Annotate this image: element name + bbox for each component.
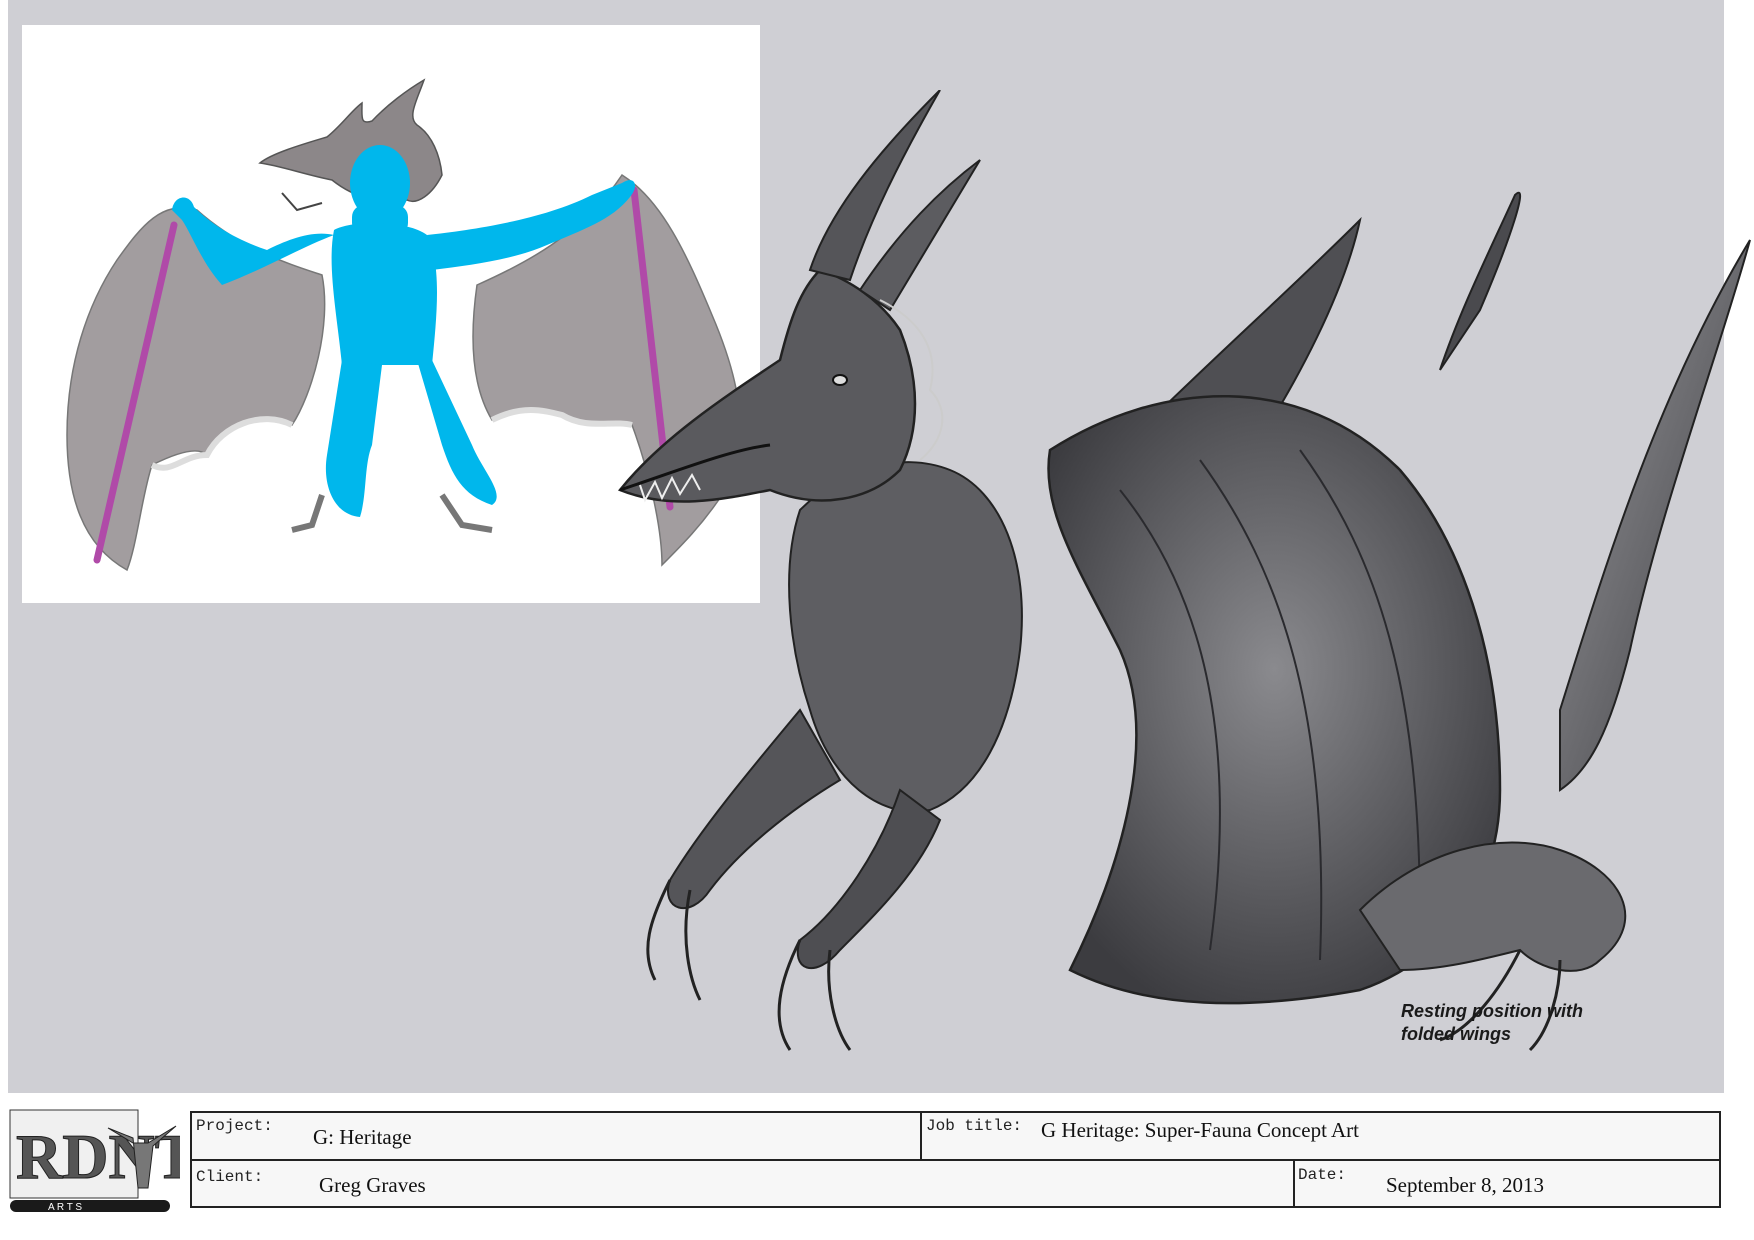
dragon-head — [617, 268, 917, 503]
front-leg-left — [667, 708, 842, 910]
tail — [1559, 239, 1751, 792]
caption-line-2: folded wings — [1401, 1024, 1511, 1044]
date-value: September 8, 2013 — [1386, 1173, 1545, 1197]
caption-line-1: Resting position with — [1401, 1001, 1583, 1021]
project-value: G: Heritage — [313, 1125, 412, 1149]
rdnt-arts-logo: RDNT A R T S — [9, 1109, 198, 1213]
job-title-value: G Heritage: Super-Fauna Concept Art — [1041, 1118, 1359, 1142]
dragon-illustration — [600, 90, 1754, 1100]
title-block-divider — [192, 1159, 1719, 1161]
dragon-sketch — [617, 90, 1751, 1052]
logo-subtext: A R T S — [48, 1202, 82, 1213]
client-value: Greg Graves — [319, 1173, 426, 1197]
front-leg-right — [796, 788, 942, 970]
studio-logo: RDNT A R T S — [8, 1108, 198, 1214]
date-label: Date: — [1298, 1166, 1347, 1184]
job-title-label: Job title: — [926, 1117, 1023, 1135]
title-block: Project: G: Heritage Job title: G Herita… — [190, 1111, 1721, 1208]
pose-caption: Resting position with folded wings — [1401, 1000, 1661, 1046]
logo-letters: RDNT — [16, 1121, 180, 1192]
client-label: Client: — [196, 1168, 264, 1186]
project-label: Project: — [196, 1117, 273, 1135]
back-wing-spike — [1439, 191, 1522, 371]
